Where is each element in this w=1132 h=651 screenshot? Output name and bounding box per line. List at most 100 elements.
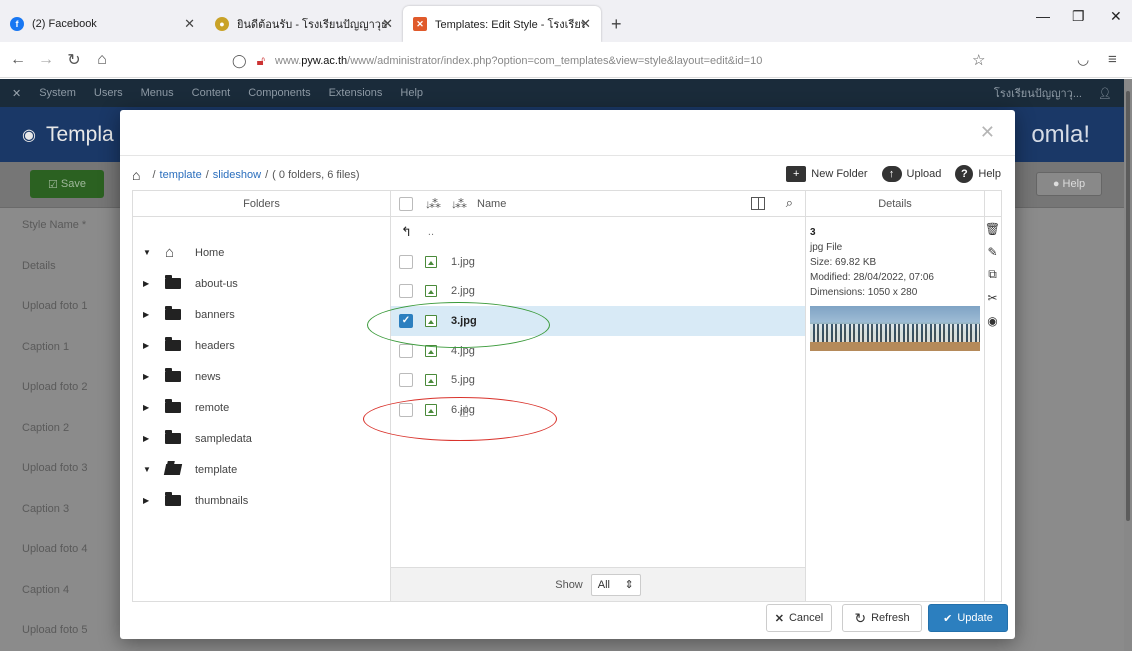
bookmark-star-icon[interactable]: ☆	[972, 51, 985, 69]
file-row[interactable]: 4.jpg	[391, 336, 805, 366]
collapsed-caret-icon[interactable]: ▶	[143, 310, 159, 319]
form-label[interactable]: Details	[22, 260, 122, 301]
image-file-icon	[425, 285, 437, 298]
address-bar[interactable]: ◯ 🔓︎ www. pyw.ac.th/www/administrator/ind…	[232, 50, 792, 72]
breadcrumb-slideshow[interactable]: slideshow	[213, 169, 261, 181]
site-name-link[interactable]: โรงเรียนปัญญาวุ...	[994, 84, 1082, 102]
update-button[interactable]: ✔ Update	[928, 604, 1008, 632]
collapsed-caret-icon[interactable]: ▶	[143, 403, 159, 412]
reload-icon[interactable]: ↻	[60, 50, 88, 70]
file-row-selected[interactable]: ✓ 3.jpg	[391, 306, 805, 336]
file-checkbox-checked[interactable]: ✓	[399, 313, 413, 328]
file-checkbox[interactable]	[399, 373, 413, 388]
browser-tab-school[interactable]: ● ยินดีต้อนรับ - โรงเรียนปัญญาวุธ ✕	[205, 6, 403, 42]
back-arrow-icon[interactable]: ←	[4, 51, 32, 69]
menu-users[interactable]: Users	[94, 87, 123, 99]
refresh-button[interactable]: ↻ Refresh	[842, 604, 922, 632]
menu-help[interactable]: Help	[400, 87, 423, 99]
details-footer	[806, 567, 984, 601]
folder-template[interactable]: ▼ template	[133, 454, 390, 485]
show-select[interactable]: All ⇕	[590, 573, 641, 596]
close-tab-icon[interactable]: ✕	[580, 16, 591, 32]
admin-help-button[interactable]: ● Help	[1036, 172, 1102, 196]
grid-view-icon[interactable]	[751, 197, 765, 210]
folder-about-us[interactable]: ▶ about-us	[133, 268, 390, 299]
file-checkbox[interactable]	[399, 284, 413, 299]
forward-arrow-icon[interactable]: →	[32, 51, 60, 69]
show-value: All	[597, 578, 610, 591]
expanded-caret-icon[interactable]: ▼	[143, 248, 159, 257]
pocket-icon[interactable]: ◡	[1077, 51, 1089, 68]
image-file-icon	[425, 314, 437, 327]
maximize-icon[interactable]: ❐	[1072, 8, 1085, 25]
insecure-lock-icon[interactable]: 🔓︎	[257, 53, 265, 69]
collapsed-caret-icon[interactable]: ▶	[143, 279, 159, 288]
sort-by-name-icon[interactable]: ↓⁂	[451, 197, 467, 211]
modal-footer: ✕ Cancel ↻ Refresh ✔ Update	[120, 604, 1015, 639]
browser-tab-facebook[interactable]: f (2) Facebook ✕	[0, 6, 205, 42]
update-label: Update	[957, 612, 993, 624]
search-icon[interactable]: ⌕	[786, 195, 793, 211]
folder-label: banners	[195, 308, 235, 321]
cut-icon[interactable]: ✂	[984, 286, 1001, 309]
joomla-logo-icon[interactable]: ✕	[12, 87, 21, 100]
new-tab-button[interactable]: +	[611, 6, 622, 42]
folder-icon	[165, 275, 187, 289]
menu-content[interactable]: Content	[192, 87, 231, 99]
detail-type: jpg File	[810, 242, 843, 253]
file-checkbox[interactable]	[399, 254, 413, 269]
image-file-icon	[425, 374, 437, 387]
folder-sampledata[interactable]: ▶ sampledata	[133, 423, 390, 454]
expanded-caret-icon[interactable]: ▼	[143, 465, 159, 474]
close-window-icon[interactable]: ✕	[1110, 8, 1122, 25]
menu-components[interactable]: Components	[248, 87, 310, 99]
folder-banners[interactable]: ▶ banners	[133, 299, 390, 330]
file-row[interactable]: 2.jpg	[391, 276, 805, 306]
minimize-icon[interactable]: —	[1036, 8, 1050, 24]
parent-folder-row[interactable]: ↰ ..	[391, 217, 805, 247]
close-tab-icon[interactable]: ✕	[184, 16, 195, 32]
file-row[interactable]: 6.jpg ☝︎	[391, 395, 805, 425]
browser-tab-templates[interactable]: ✕ Templates: Edit Style - โรงเรียนป ✕	[403, 6, 601, 42]
folder-news[interactable]: ▶ news	[133, 361, 390, 392]
menu-extensions[interactable]: Extensions	[329, 87, 383, 99]
cancel-button[interactable]: ✕ Cancel	[766, 604, 832, 632]
folder-home[interactable]: ▼ ⌂ Home	[133, 237, 390, 268]
file-row[interactable]: 5.jpg	[391, 365, 805, 395]
menu-system[interactable]: System	[39, 87, 76, 99]
collapsed-caret-icon[interactable]: ▶	[143, 372, 159, 381]
home-icon[interactable]: ⌂	[88, 51, 116, 69]
collapsed-caret-icon[interactable]: ▶	[143, 434, 159, 443]
page-scrollbar[interactable]	[1124, 79, 1132, 651]
file-checkbox[interactable]	[399, 343, 413, 358]
back-arrow-icon: ↰	[401, 223, 412, 239]
save-button[interactable]: ☑ Save	[30, 170, 104, 198]
folder-remote[interactable]: ▶ remote	[133, 392, 390, 423]
form-label: Caption 1	[22, 340, 70, 353]
copy-icon[interactable]: ⧉	[984, 263, 1001, 286]
file-checkbox[interactable]	[399, 402, 413, 417]
show-label: Show	[555, 578, 583, 591]
collapsed-caret-icon[interactable]: ▶	[143, 341, 159, 350]
folder-thumbnails[interactable]: ▶ thumbnails	[133, 485, 390, 516]
preview-eye-icon[interactable]: ◉	[984, 309, 1001, 332]
sort-by-size-icon[interactable]: ↓⁂	[425, 197, 441, 211]
close-tab-icon[interactable]: ✕	[382, 16, 393, 32]
close-icon[interactable]: ✕	[980, 122, 995, 143]
name-column-header[interactable]: Name	[477, 198, 506, 210]
breadcrumb-template[interactable]: template	[160, 169, 202, 181]
new-folder-button[interactable]: + New Folder	[786, 166, 868, 182]
help-button[interactable]: ? Help	[955, 165, 1001, 183]
upload-button[interactable]: ↑ Upload	[881, 166, 941, 182]
detail-name: 3	[810, 227, 816, 238]
menu-icon[interactable]: ≡	[1108, 51, 1117, 68]
folder-headers[interactable]: ▶ headers	[133, 330, 390, 361]
edit-icon[interactable]: ✎	[984, 240, 1001, 263]
file-row[interactable]: 1.jpg	[391, 247, 805, 277]
trash-icon[interactable]: 🗑︎	[984, 217, 1001, 240]
menu-menus[interactable]: Menus	[141, 87, 174, 99]
collapsed-caret-icon[interactable]: ▶	[143, 496, 159, 505]
user-icon[interactable]: 👤︎	[1098, 87, 1112, 100]
select-all-checkbox[interactable]	[399, 196, 413, 211]
home-icon[interactable]: ⌂	[132, 167, 140, 183]
